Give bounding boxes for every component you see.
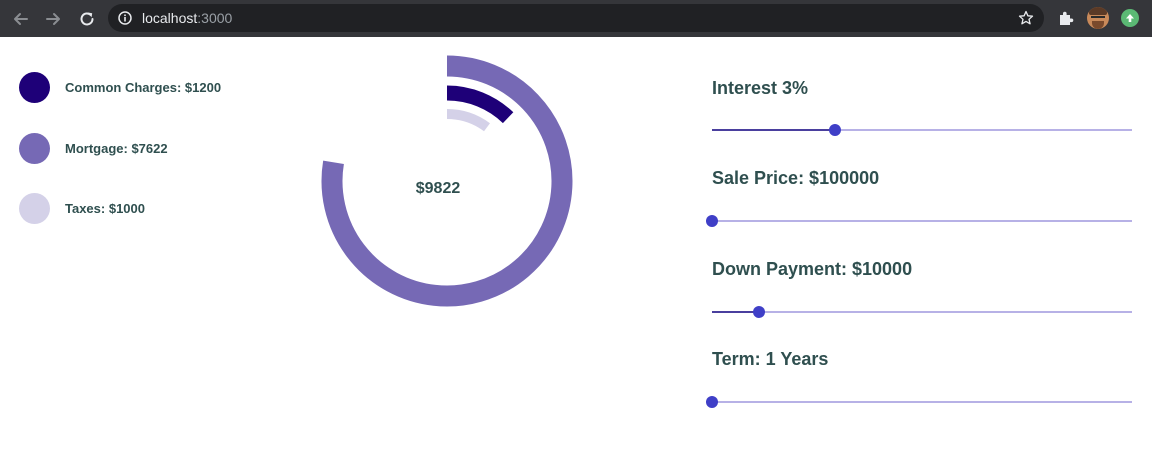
arrow-up-icon	[1126, 14, 1134, 22]
donut-segment-taxes[interactable]	[446, 109, 490, 132]
reload-icon	[80, 12, 94, 26]
legend-swatch	[19, 72, 50, 103]
legend-label: Mortgage: $7622	[65, 141, 168, 156]
interest-label: Interest 3%	[712, 78, 809, 98]
slider-fill	[712, 129, 836, 131]
donut-total: $9822	[416, 180, 461, 197]
term-slider-group: Term: 1 Years	[706, 348, 1132, 408]
back-button[interactable]	[8, 6, 34, 32]
interest-slider[interactable]	[712, 124, 1132, 136]
sale-price-slider[interactable]	[706, 215, 1132, 227]
term-label: Term: 1 Years	[712, 349, 829, 369]
sale-price-slider-group: Sale Price: $100000	[706, 167, 1132, 227]
reload-button[interactable]	[74, 6, 100, 32]
url-host: localhost	[142, 10, 198, 26]
info-icon[interactable]	[118, 11, 132, 25]
browser-toolbar: localhost:3000	[0, 0, 1152, 37]
payment-donut-chart: $9822	[321, 55, 573, 307]
slider-fill	[712, 311, 760, 313]
legend-item-taxes: Taxes: $1000	[19, 193, 145, 224]
slider-thumb[interactable]	[706, 396, 718, 408]
interest-slider-group: Interest 3%	[712, 77, 1132, 136]
legend-item-mortgage: Mortgage: $7622	[19, 133, 168, 164]
legend-item-common-charges: Common Charges: $1200	[19, 72, 221, 103]
slider-thumb[interactable]	[706, 215, 718, 227]
forward-arrow-icon	[46, 13, 60, 25]
back-arrow-icon	[14, 13, 28, 25]
legend-swatch	[19, 193, 50, 224]
profile-avatar[interactable]	[1087, 7, 1109, 29]
address-bar[interactable]: localhost:3000	[108, 4, 1044, 32]
slider-thumb[interactable]	[829, 124, 842, 136]
bookmark-star-icon[interactable]	[1018, 10, 1034, 26]
sale-price-label: Sale Price: $100000	[712, 168, 880, 188]
url-text[interactable]: localhost:3000	[142, 10, 232, 26]
down-payment-slider[interactable]	[712, 306, 1132, 318]
down-payment-slider-group: Down Payment: $10000	[712, 258, 1132, 318]
extensions-puzzle-icon[interactable]	[1057, 9, 1075, 27]
legend-label: Common Charges: $1200	[65, 80, 222, 95]
legend-swatch	[19, 133, 50, 164]
url-port: :3000	[197, 10, 233, 26]
update-available-icon[interactable]	[1121, 9, 1139, 27]
forward-button[interactable]	[40, 6, 66, 32]
legend-label: Taxes: $1000	[65, 201, 145, 216]
term-slider[interactable]	[706, 396, 1132, 408]
down-payment-label: Down Payment: $10000	[712, 259, 913, 279]
slider-thumb[interactable]	[753, 306, 766, 318]
